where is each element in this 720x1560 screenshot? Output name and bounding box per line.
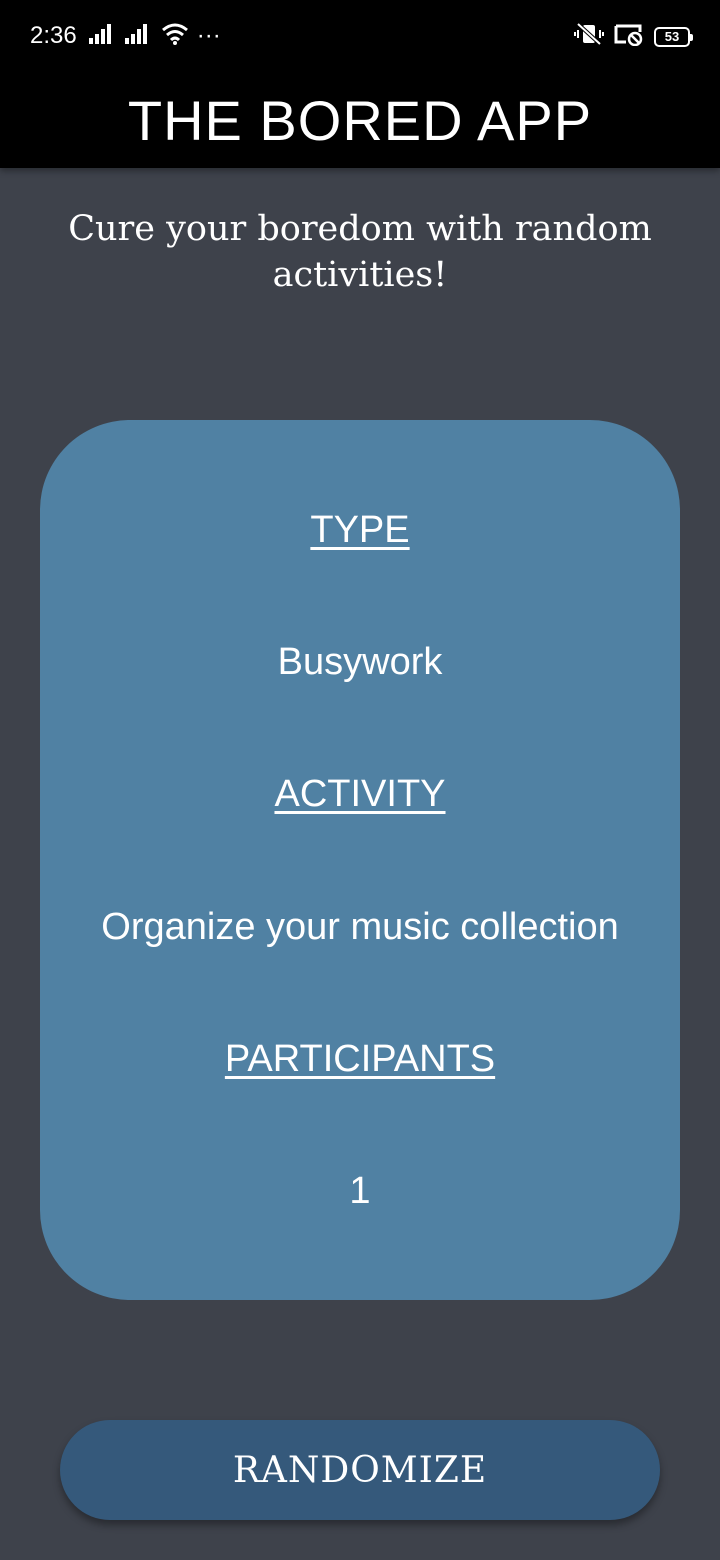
status-time: 2:36: [30, 22, 77, 49]
app-bar: THE BORED APP: [0, 72, 720, 168]
battery-level: 53: [664, 29, 680, 44]
more-indicator: ···: [196, 22, 221, 49]
wifi-icon: [161, 23, 189, 50]
signal-icon: [124, 23, 153, 49]
cast-off-icon: [614, 22, 644, 51]
vibrate-off-icon: [574, 22, 604, 51]
type-value: Busywork: [277, 641, 443, 683]
randomize-button-label: RANDOMIZE: [232, 1449, 488, 1491]
signal-icon: [88, 23, 117, 49]
tagline: Cure your boredom with random activities…: [68, 209, 652, 295]
participants-heading: PARTICIPANTS: [224, 1038, 496, 1080]
randomize-button[interactable]: RANDOMIZE: [60, 1420, 660, 1520]
activity-heading: ACTIVITY: [274, 773, 446, 815]
battery-icon: 53: [654, 26, 693, 47]
screen: 2:36 ··· 53 THE BORED APP Cure your bore…: [0, 0, 720, 1560]
activity-value: Organize your music collection: [101, 906, 619, 948]
status-bar: 2:36 ··· 53: [0, 0, 720, 72]
participants-value: 1: [349, 1170, 371, 1212]
status-left: 2:36 ···: [30, 22, 225, 50]
app-title: THE BORED APP: [127, 88, 593, 152]
activity-card: TYPE Busywork ACTIVITY Organize your mus…: [40, 420, 680, 1300]
type-heading: TYPE: [310, 509, 410, 551]
status-right: 53: [574, 22, 693, 51]
